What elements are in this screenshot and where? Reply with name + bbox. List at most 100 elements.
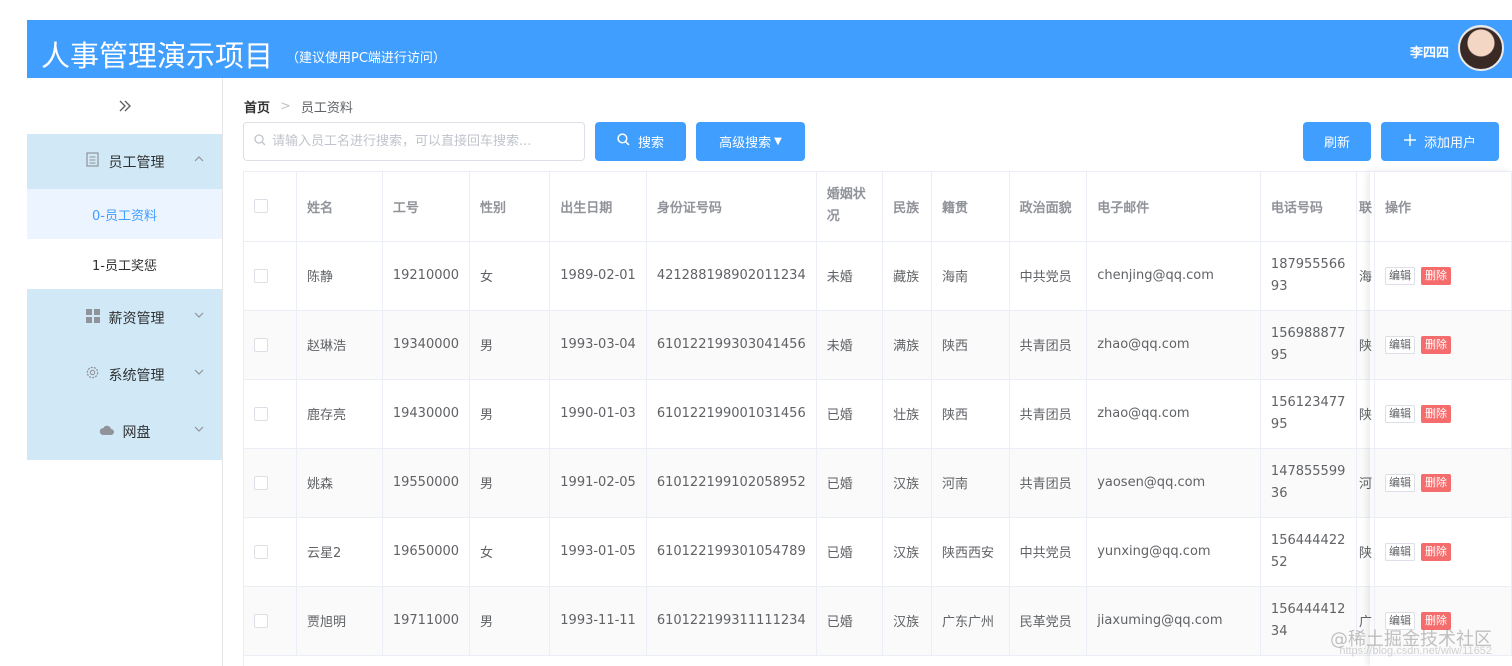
cell-birth: 1993-03-04: [549, 310, 647, 380]
cell-email: zhao@qq.com: [1086, 379, 1261, 449]
column-header: 姓名: [296, 172, 383, 242]
cell-gender: 女: [469, 517, 551, 587]
row-checkbox[interactable]: [254, 337, 268, 352]
sidebar-item-employee-info[interactable]: 0-员工资料: [27, 189, 222, 239]
chevron-down-icon: [194, 424, 204, 437]
cell-phone: 15644442252: [1260, 517, 1358, 587]
delete-button[interactable]: 删除: [1421, 335, 1452, 354]
advanced-search-button[interactable]: 高级搜索 ▼: [696, 122, 805, 161]
cell-actions: 编辑 删除: [1374, 517, 1512, 587]
row-checkbox[interactable]: [254, 544, 268, 559]
edit-button[interactable]: 编辑: [1385, 473, 1416, 492]
breadcrumb: 首页 > 员工资料: [244, 97, 353, 116]
cell-marital: 未婚: [816, 310, 884, 380]
search-button[interactable]: 搜索: [595, 122, 686, 161]
breadcrumb-separator: >: [280, 99, 291, 114]
cell-name: 贾旭明: [296, 586, 383, 656]
cell-nation: 汉族: [882, 586, 932, 656]
cell-gender: 男: [469, 310, 551, 380]
cell-native: 广东广州: [931, 586, 1010, 656]
row-select-cell[interactable]: [244, 448, 297, 518]
cell-politics: 民革党员: [1009, 586, 1088, 656]
sidebar-menu: 员工管理 0-员工资料 1-员工奖惩 薪资管理 系统管理 网盘: [27, 134, 222, 460]
cell-marital: 已婚: [816, 517, 884, 587]
sidebar-collapse-button[interactable]: [27, 78, 222, 134]
sidebar-group-label: 员工管理: [108, 154, 165, 171]
add-user-button[interactable]: 添加用户: [1381, 122, 1499, 161]
cell-native: 海南: [931, 241, 1010, 311]
delete-button[interactable]: 删除: [1421, 266, 1452, 285]
table-row: 鹿存亮 19430000 男 1990-01-03 610122199001031456…: [244, 379, 1512, 449]
document-icon: [85, 152, 101, 171]
search-field[interactable]: [243, 122, 585, 161]
delete-button[interactable]: 删除: [1421, 542, 1452, 561]
cell-email: yunxing@qq.com: [1086, 517, 1261, 587]
app-title: 人事管理演示项目: [41, 39, 274, 73]
column-header: 联: [1356, 172, 1376, 242]
row-checkbox[interactable]: [254, 613, 268, 628]
avatar[interactable]: [1458, 25, 1504, 71]
row-select-cell[interactable]: [244, 310, 297, 380]
refresh-button[interactable]: 刷新: [1303, 122, 1371, 161]
table-row: 云星2 19650000 女 1993-01-05 610122199301054789…: [244, 517, 1512, 587]
cell-idcard: 610122199311111234: [646, 586, 817, 656]
cell-native: 陕西: [931, 310, 1010, 380]
edit-button[interactable]: 编辑: [1385, 335, 1416, 354]
cell-extra: 陕: [1356, 310, 1376, 380]
cell-name: 陈静: [296, 241, 383, 311]
table-header-row: 姓名 工号 性别 出生日期 身份证号码 婚姻状况 民族 籍贯 政治面貌 电子邮件…: [244, 172, 1512, 242]
sidebar-group-salary[interactable]: 薪资管理: [27, 289, 222, 346]
cell-phone: 15698887795: [1260, 310, 1358, 380]
cell-email: jiaxuming@qq.com: [1086, 586, 1261, 656]
row-select-cell[interactable]: [244, 379, 297, 449]
cell-extra: 陕: [1356, 379, 1376, 449]
row-checkbox[interactable]: [254, 268, 268, 283]
column-header: 出生日期: [549, 172, 647, 242]
edit-button[interactable]: 编辑: [1385, 404, 1416, 423]
edit-button[interactable]: 编辑: [1385, 542, 1416, 561]
search-icon: [617, 133, 630, 150]
sidebar-group-netdisk[interactable]: 网盘: [27, 403, 222, 460]
chevron-down-icon: [194, 310, 204, 323]
top-header: 人事管理演示项目 （建议使用PC端进行访问） 李四四: [27, 20, 1512, 78]
sidebar-group-label: 系统管理: [108, 367, 165, 384]
cell-gender: 男: [469, 586, 551, 656]
breadcrumb-home[interactable]: 首页: [244, 97, 270, 116]
search-button-label: 搜索: [637, 136, 664, 151]
row-checkbox[interactable]: [254, 406, 268, 421]
cell-id: 19711000: [382, 586, 471, 656]
cell-name: 赵琳浩: [296, 310, 383, 380]
delete-button[interactable]: 删除: [1421, 404, 1452, 423]
chevron-down-icon: [194, 367, 204, 380]
search-input[interactable]: [272, 134, 572, 149]
cell-gender: 女: [469, 241, 551, 311]
username[interactable]: 李四四: [1410, 42, 1449, 61]
select-all-checkbox[interactable]: [254, 199, 268, 214]
cell-politics: 共青团员: [1009, 310, 1088, 380]
delete-button[interactable]: 删除: [1421, 473, 1452, 492]
app-subtitle: （建议使用PC端进行访问）: [286, 51, 446, 66]
sidebar-item-employee-rewards[interactable]: 1-员工奖惩: [27, 239, 222, 289]
select-all-cell[interactable]: [244, 172, 297, 242]
column-header: 身份证号码: [646, 172, 817, 242]
cell-id: 19340000: [382, 310, 471, 380]
row-select-cell[interactable]: [244, 586, 297, 656]
gear-icon: [85, 365, 101, 384]
sidebar-group-employee[interactable]: 员工管理: [27, 134, 222, 189]
cell-birth: 1990-01-03: [549, 379, 647, 449]
edit-button[interactable]: 编辑: [1385, 266, 1416, 285]
row-checkbox[interactable]: [254, 475, 268, 490]
plus-icon: [1403, 133, 1416, 150]
cell-actions: 编辑 删除: [1374, 448, 1512, 518]
cell-native: 河南: [931, 448, 1010, 518]
cell-phone: 14785559936: [1260, 448, 1358, 518]
cell-email: yaosen@qq.com: [1086, 448, 1261, 518]
column-header: 婚姻状况: [816, 172, 884, 242]
cell-idcard: 421288198902011234: [646, 241, 817, 311]
cell-phone: 15612347795: [1260, 379, 1358, 449]
sidebar-group-system[interactable]: 系统管理: [27, 346, 222, 403]
cell-birth: 1989-02-01: [549, 241, 647, 311]
grid-icon: [85, 308, 101, 327]
row-select-cell[interactable]: [244, 241, 297, 311]
row-select-cell[interactable]: [244, 517, 297, 587]
